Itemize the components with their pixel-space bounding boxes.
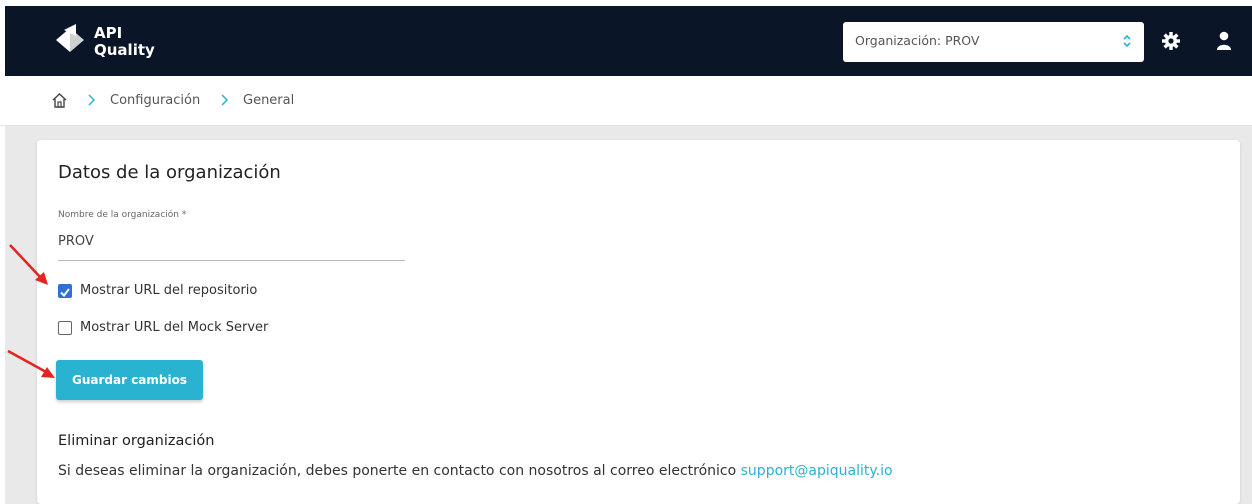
logo-icon [56,24,84,52]
organization-select-label: Organización: PROV [855,33,980,48]
user-icon[interactable] [1216,31,1232,51]
show-repo-url-checkbox[interactable] [58,284,72,298]
breadcrumb-item-general: General [243,93,295,108]
annotation-arrow-checkbox [9,244,48,285]
delete-organization-text: Si deseas eliminar la organización, debe… [58,463,893,479]
show-mock-server-url-label: Mostrar URL del Mock Server [80,320,269,335]
delete-organization-title: Eliminar organización [58,433,215,449]
chevron-right-icon [221,94,229,106]
annotation-arrow-save-button [7,349,55,378]
select-caret-icon [1123,34,1131,48]
top-navbar: API Quality Organización: PROV [5,6,1252,76]
home-icon[interactable] [51,92,68,109]
logo-line-2: Quality [94,41,155,59]
breadcrumb: Configuración General [0,76,1252,126]
organization-name-label: Nombre de la organización * [58,210,187,220]
app-logo[interactable]: API Quality [50,22,190,62]
save-changes-button[interactable]: Guardar cambios [56,360,203,400]
gear-icon[interactable] [1161,31,1181,51]
chevron-right-icon [88,94,96,106]
support-email-link[interactable]: support@apiquality.io [741,463,893,479]
breadcrumb-item-configuracion[interactable]: Configuración [110,93,200,108]
show-repo-url-label: Mostrar URL del repositorio [80,283,258,298]
app-frame: API Quality Organización: PROV Configura… [0,0,1252,504]
delete-organization-description: Si deseas eliminar la organización, debe… [58,463,737,479]
organization-card: Datos de la organización Nombre de la or… [37,140,1240,504]
organization-select[interactable]: Organización: PROV [843,22,1144,62]
logo-text: API Quality [94,25,155,59]
organization-name-input[interactable] [58,231,405,261]
card-title: Datos de la organización [58,162,281,183]
logo-line-1: API [94,24,123,42]
show-mock-server-url-checkbox[interactable] [58,321,72,335]
check-icon [60,288,70,298]
